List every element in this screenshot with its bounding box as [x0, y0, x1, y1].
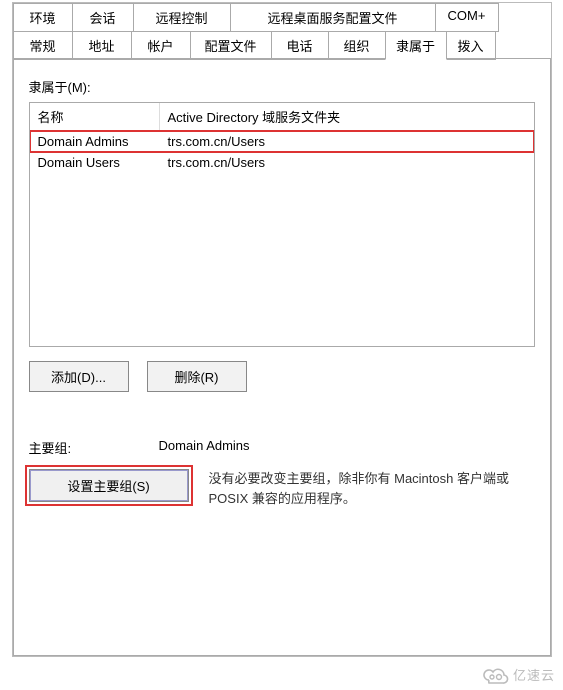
tab-sessions[interactable]: 会话 — [72, 3, 134, 32]
tab-strip: 环境 会话 远程控制 远程桌面服务配置文件 COM+ 常规 地址 帐户 配置文件… — [13, 3, 551, 59]
watermark: 亿速云 — [481, 665, 555, 684]
cell-name: Domain Users — [30, 152, 160, 173]
primary-group-row: 主要组: Domain Admins — [29, 438, 535, 457]
memberof-list[interactable]: 名称 Active Directory 域服务文件夹 Domain Admins… — [29, 102, 535, 347]
tab-complus[interactable]: COM+ — [435, 3, 499, 32]
tab-general[interactable]: 常规 — [13, 31, 73, 60]
cell-folder: trs.com.cn/Users — [160, 131, 534, 152]
set-primary-group-button[interactable]: 设置主要组(S) — [29, 469, 189, 502]
remove-button[interactable]: 删除(R) — [147, 361, 247, 392]
column-name[interactable]: 名称 — [30, 103, 160, 130]
set-primary-row: 设置主要组(S) 没有必要改变主要组，除非你有 Macintosh 客户端或 P… — [29, 469, 535, 508]
properties-dialog: 环境 会话 远程控制 远程桌面服务配置文件 COM+ 常规 地址 帐户 配置文件… — [12, 2, 552, 657]
tab-address[interactable]: 地址 — [72, 31, 132, 60]
tab-phone[interactable]: 电话 — [271, 31, 329, 60]
cell-name: Domain Admins — [30, 131, 160, 152]
cloud-icon — [481, 666, 509, 684]
tab-row-lower: 常规 地址 帐户 配置文件 电话 组织 隶属于 拨入 — [13, 31, 551, 59]
tab-memberof[interactable]: 隶属于 — [385, 31, 447, 60]
primary-group-value: Domain Admins — [159, 438, 535, 453]
tab-row-upper: 环境 会话 远程控制 远程桌面服务配置文件 COM+ — [13, 3, 551, 31]
cell-folder: trs.com.cn/Users — [160, 152, 534, 173]
button-row: 添加(D)... 删除(R) — [29, 361, 535, 392]
tab-environment[interactable]: 环境 — [13, 3, 73, 32]
add-button[interactable]: 添加(D)... — [29, 361, 129, 392]
table-row[interactable]: Domain Users trs.com.cn/Users — [30, 152, 534, 173]
table-row[interactable]: Domain Admins trs.com.cn/Users — [30, 131, 534, 152]
memberof-label: 隶属于(M): — [29, 77, 535, 96]
list-header: 名称 Active Directory 域服务文件夹 — [30, 103, 534, 131]
watermark-text: 亿速云 — [513, 665, 555, 684]
tab-profile[interactable]: 配置文件 — [190, 31, 272, 60]
primary-group-label: 主要组: — [29, 438, 159, 457]
tab-remote-control[interactable]: 远程控制 — [133, 3, 231, 32]
list-body: Domain Admins trs.com.cn/Users Domain Us… — [30, 131, 534, 173]
tab-account[interactable]: 帐户 — [131, 31, 191, 60]
tab-rds-profile[interactable]: 远程桌面服务配置文件 — [230, 3, 436, 32]
primary-group-hint: 没有必要改变主要组，除非你有 Macintosh 客户端或 POSIX 兼容的应… — [209, 469, 535, 508]
column-folder[interactable]: Active Directory 域服务文件夹 — [160, 103, 534, 130]
primary-group-section: 主要组: Domain Admins 设置主要组(S) 没有必要改变主要组，除非… — [29, 438, 535, 508]
memberof-panel: 隶属于(M): 名称 Active Directory 域服务文件夹 Domai… — [13, 58, 551, 656]
tab-organization[interactable]: 组织 — [328, 31, 386, 60]
tab-dialin[interactable]: 拨入 — [446, 31, 496, 60]
